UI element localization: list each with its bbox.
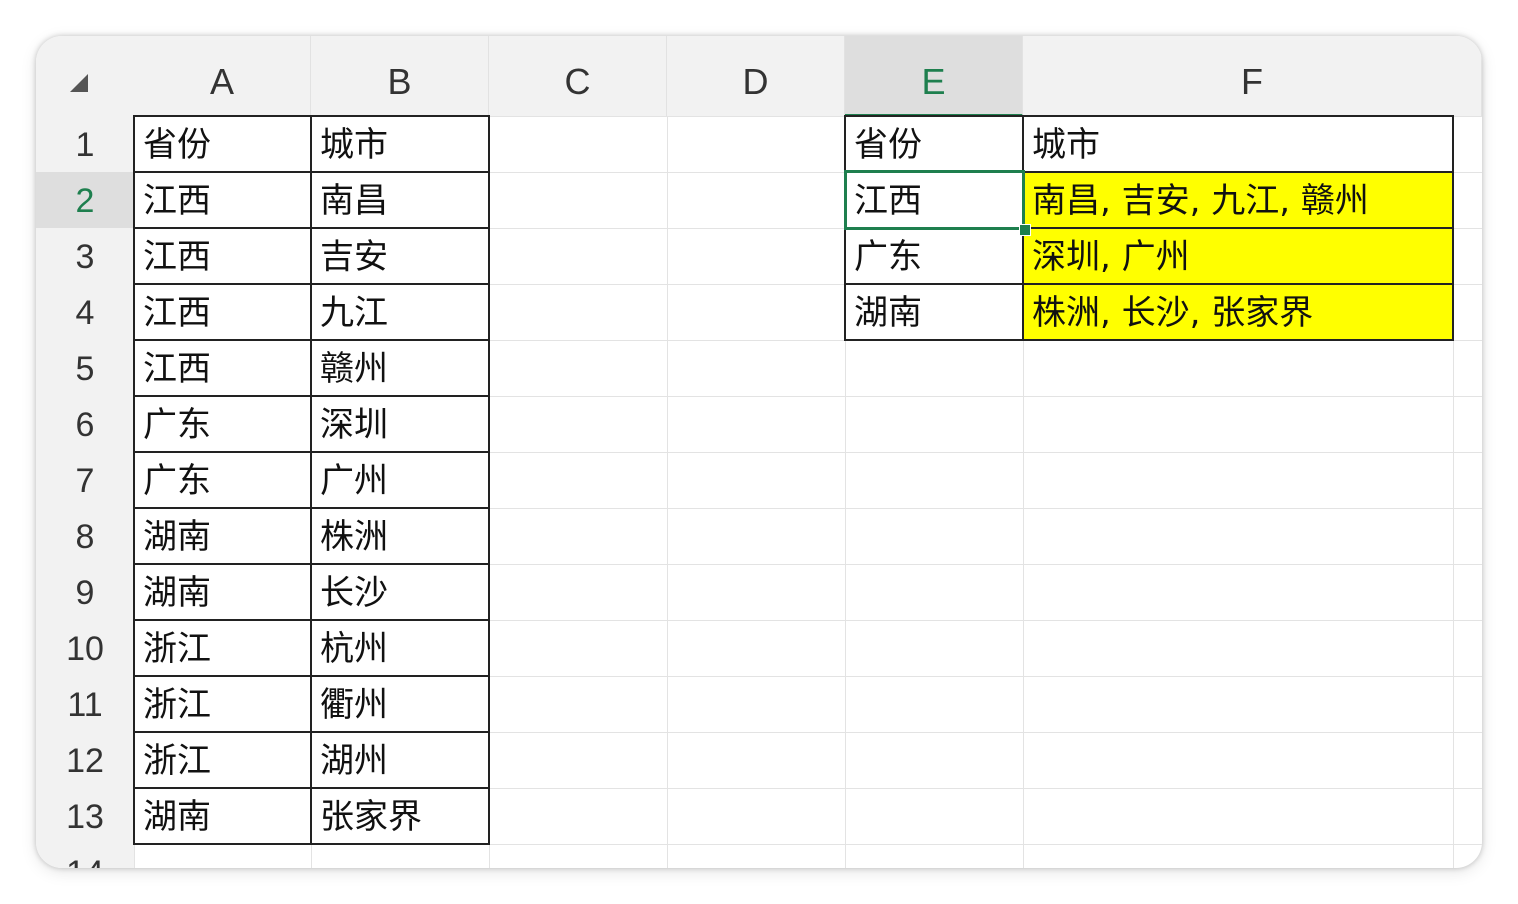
column-header-f[interactable]: F (1023, 36, 1482, 116)
cell-a5[interactable]: 江西 (133, 339, 312, 397)
cell-b3[interactable]: 吉安 (310, 227, 490, 285)
row-header-2[interactable]: 2 (36, 172, 134, 228)
column-header-b[interactable]: B (311, 36, 489, 116)
row-header-8[interactable]: 8 (36, 508, 134, 564)
select-all-corner[interactable] (36, 36, 134, 116)
fill-handle[interactable] (1019, 224, 1031, 236)
row-header-3[interactable]: 3 (36, 228, 134, 284)
row-header-4[interactable]: 4 (36, 284, 134, 340)
cell-b12[interactable]: 湖州 (310, 731, 490, 789)
row-header-10[interactable]: 10 (36, 620, 134, 676)
cell-a6[interactable]: 广东 (133, 395, 312, 453)
column-header-d[interactable]: D (667, 36, 845, 116)
row-header-12[interactable]: 12 (36, 732, 134, 788)
cell-f1[interactable]: 城市 (1022, 115, 1454, 173)
row-header-1[interactable]: 1 (36, 116, 134, 172)
row-header-14[interactable]: 14 (36, 844, 134, 868)
cell-b13[interactable]: 张家界 (310, 787, 490, 845)
cell-a2[interactable]: 江西 (133, 171, 312, 229)
cell-f4[interactable]: 株洲, 长沙, 张家界 (1022, 283, 1454, 341)
cell-a10[interactable]: 浙江 (133, 619, 312, 677)
cell-a9[interactable]: 湖南 (133, 563, 312, 621)
cell-b11[interactable]: 衢州 (310, 675, 490, 733)
cell-b9[interactable]: 长沙 (310, 563, 490, 621)
row-header-9[interactable]: 9 (36, 564, 134, 620)
cell-f3[interactable]: 深圳, 广州 (1022, 227, 1454, 285)
cell-b1[interactable]: 城市 (310, 115, 490, 173)
cell-a13[interactable]: 湖南 (133, 787, 312, 845)
cell-b7[interactable]: 广州 (310, 451, 490, 509)
cell-e2[interactable]: 江西 (844, 171, 1024, 229)
select-all-icon (70, 74, 88, 92)
cell-a7[interactable]: 广东 (133, 451, 312, 509)
row-header-7[interactable]: 7 (36, 452, 134, 508)
row-header-5[interactable]: 5 (36, 340, 134, 396)
spreadsheet-grid[interactable]: A B C D E F 1 2 3 4 5 6 7 8 9 10 11 12 1… (36, 36, 1482, 868)
cell-b2[interactable]: 南昌 (310, 171, 490, 229)
cell-a11[interactable]: 浙江 (133, 675, 312, 733)
cell-f2[interactable]: 南昌, 吉安, 九江, 赣州 (1022, 171, 1454, 229)
row-header-11[interactable]: 11 (36, 676, 134, 732)
row-header-6[interactable]: 6 (36, 396, 134, 452)
cell-e4[interactable]: 湖南 (844, 283, 1024, 341)
row-header-13[interactable]: 13 (36, 788, 134, 844)
column-header-a[interactable]: A (134, 36, 311, 116)
column-header-e[interactable]: E (845, 36, 1023, 116)
cell-a12[interactable]: 浙江 (133, 731, 312, 789)
column-header-c[interactable]: C (489, 36, 667, 116)
cell-a3[interactable]: 江西 (133, 227, 312, 285)
cell-e3[interactable]: 广东 (844, 227, 1024, 285)
cell-a4[interactable]: 江西 (133, 283, 312, 341)
cell-e1[interactable]: 省份 (844, 115, 1024, 173)
cell-b5[interactable]: 赣州 (310, 339, 490, 397)
cell-b8[interactable]: 株洲 (310, 507, 490, 565)
cell-b4[interactable]: 九江 (310, 283, 490, 341)
cell-b10[interactable]: 杭州 (310, 619, 490, 677)
spreadsheet-window: A B C D E F 1 2 3 4 5 6 7 8 9 10 11 12 1… (36, 36, 1482, 868)
cell-a8[interactable]: 湖南 (133, 507, 312, 565)
cell-a1[interactable]: 省份 (133, 115, 312, 173)
cell-b6[interactable]: 深圳 (310, 395, 490, 453)
